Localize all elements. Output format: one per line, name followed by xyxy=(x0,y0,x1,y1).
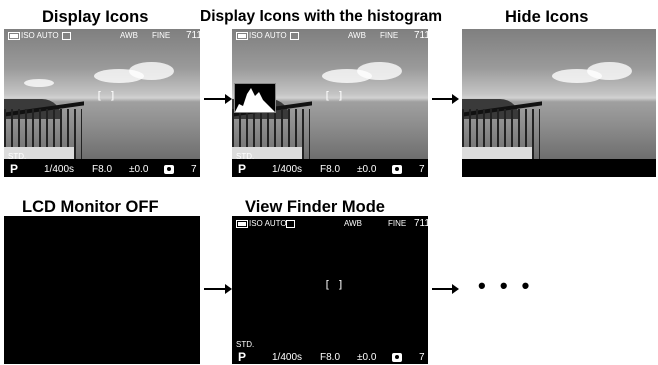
title-display-icons: Display Icons xyxy=(42,8,149,26)
arrow-right-icon xyxy=(204,284,232,294)
screen-lcd-off xyxy=(4,216,200,364)
arrow-right-icon xyxy=(204,94,232,104)
arrow-right-icon xyxy=(432,284,459,294)
title-display-icons-histogram: Display Icons with the histogram xyxy=(200,8,443,25)
flash-count: 7 xyxy=(419,164,425,175)
flash-count: 7 xyxy=(191,164,197,175)
quality-label: FINE xyxy=(152,31,171,40)
aperture: F8.0 xyxy=(92,164,113,175)
battery-icon xyxy=(8,32,20,40)
photo-scene xyxy=(462,29,656,167)
shooting-mode: P xyxy=(238,350,247,364)
title-lcd-off: LCD Monitor OFF xyxy=(22,198,159,216)
aperture: F8.0 xyxy=(320,164,341,175)
af-frame: [ ] xyxy=(324,89,344,102)
iso-label: ISO AUTO xyxy=(249,219,287,228)
screen-display-icons-histogram: ISO AUTO AWB FINE 711 [ ] STD. P 1/400s … xyxy=(232,29,428,177)
gear-icon xyxy=(392,165,402,174)
battery-icon xyxy=(236,220,248,228)
picture-style: STD. xyxy=(236,340,255,349)
shots-remaining: 711 xyxy=(186,30,200,41)
shots-remaining: 711 xyxy=(414,218,428,229)
af-frame: [ ] xyxy=(96,89,116,102)
title-view-finder: View Finder Mode xyxy=(245,198,385,216)
arrow-right-icon xyxy=(432,94,459,104)
exposure-comp: ±0.0 xyxy=(357,352,377,363)
shutter-speed: 1/400s xyxy=(272,164,303,175)
flash-count: 7 xyxy=(419,352,425,363)
histogram-icon xyxy=(234,83,276,113)
info-bar xyxy=(462,159,656,177)
iso-label: ISO AUTO xyxy=(21,31,59,40)
exposure-comp: ±0.0 xyxy=(357,164,377,175)
screen-hide-icons xyxy=(462,29,656,177)
quality-label: FINE xyxy=(388,219,407,228)
af-frame: [ ] xyxy=(324,278,344,291)
iso-label: ISO AUTO xyxy=(249,31,287,40)
screen-view-finder: ISO AUTO AWB FINE 711 [ ] STD. P 1/400s … xyxy=(232,216,428,364)
gear-icon xyxy=(164,165,174,174)
shooting-mode: P xyxy=(238,162,247,176)
shutter-speed: 1/400s xyxy=(272,352,303,363)
shots-remaining: 711 xyxy=(414,30,428,41)
gear-icon xyxy=(392,353,402,362)
aperture: F8.0 xyxy=(320,352,341,363)
flash-off-icon xyxy=(62,32,71,40)
picture-style: STD. xyxy=(236,152,255,161)
battery-icon xyxy=(236,32,248,40)
screen-display-icons: ISO AUTO AWB FINE 711 [ ] STD. P 1/400s … xyxy=(4,29,200,177)
flash-off-icon xyxy=(290,32,299,40)
title-hide-icons: Hide Icons xyxy=(505,8,589,26)
wb-label: AWB xyxy=(348,31,366,40)
shooting-mode: P xyxy=(10,162,19,176)
shutter-speed: 1/400s xyxy=(44,164,75,175)
flash-off-icon xyxy=(286,220,295,228)
quality-label: FINE xyxy=(380,31,399,40)
picture-style: STD. xyxy=(8,152,27,161)
wb-label: AWB xyxy=(344,219,362,228)
exposure-comp: ±0.0 xyxy=(129,164,149,175)
wb-label: AWB xyxy=(120,31,138,40)
more-ellipsis: • • • xyxy=(478,273,534,298)
